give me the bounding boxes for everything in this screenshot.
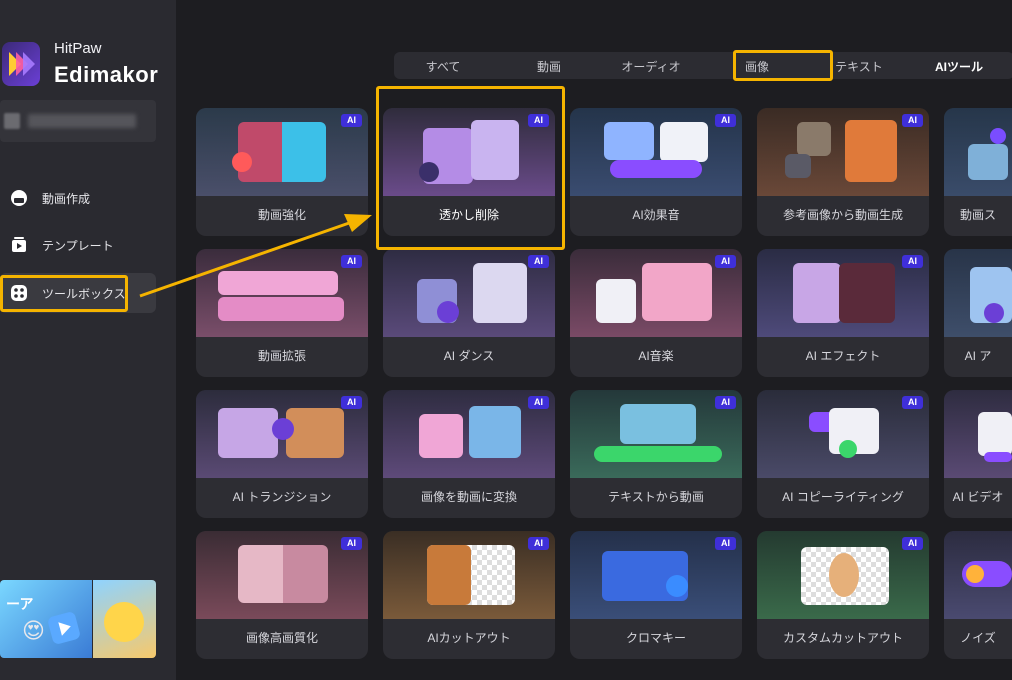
tool-card-ai-cutout[interactable]: AI AIカットアウト	[383, 531, 555, 659]
tool-card-image-to-video[interactable]: AI 画像を動画に変換	[383, 390, 555, 518]
ai-badge: AI	[715, 396, 736, 409]
tool-card-ai-copywriting[interactable]: AI AI コピーライティング	[757, 390, 929, 518]
home-icon	[11, 190, 27, 206]
card-label: カスタムカットアウト	[782, 631, 903, 645]
card-label: AI ア	[964, 349, 992, 363]
tool-card-partial-2[interactable]: AI ア	[944, 249, 1012, 377]
avatar	[4, 113, 20, 129]
tool-card-ai-transition[interactable]: AI AI トランジション	[196, 390, 368, 518]
ai-badge: AI	[341, 396, 362, 409]
card-label: 参考画像から動画生成	[782, 208, 903, 222]
tool-card-reference-image-to-video[interactable]: AI 参考画像から動画生成	[757, 108, 929, 236]
nav-label: テンプレート	[42, 239, 114, 253]
tool-card-image-upscale[interactable]: AI 画像高画質化	[196, 531, 368, 659]
card-label: 動画拡張	[257, 349, 306, 363]
card-label: AI音楽	[638, 349, 674, 363]
highlight-toolbox	[0, 275, 128, 312]
ai-badge: AI	[341, 537, 362, 550]
heart-eyes-emoji-icon: 😍	[22, 618, 45, 643]
tool-card-partial-4[interactable]: ノイズ	[944, 531, 1012, 659]
card-label: AI ダンス	[443, 349, 495, 363]
tool-card-chroma-key[interactable]: AI クロマキー	[570, 531, 742, 659]
ai-badge: AI	[528, 537, 549, 550]
brand-name-small: HitPaw	[54, 40, 102, 57]
nav-label: 動画作成	[42, 192, 91, 206]
tool-card-partial-3[interactable]: AI ビデオ	[944, 390, 1012, 518]
highlight-watermark-remove-card	[376, 86, 565, 250]
card-label: AI エフェクト	[805, 349, 881, 363]
tool-card-text-to-video[interactable]: AI テキストから動画	[570, 390, 742, 518]
ai-badge: AI	[341, 114, 362, 127]
ai-badge: AI	[902, 114, 923, 127]
ai-badge: AI	[902, 537, 923, 550]
promo-banner[interactable]: ーア 😍	[0, 580, 156, 658]
card-label: 画像高画質化	[245, 631, 318, 645]
duck-float-image	[104, 602, 144, 642]
promo-text: ーア	[6, 596, 34, 612]
ai-badge: AI	[528, 396, 549, 409]
card-label: ノイズ	[960, 631, 996, 645]
tab-video[interactable]: 動画	[504, 58, 594, 75]
card-label: AI効果音	[632, 208, 680, 222]
account-name-blurred	[28, 114, 136, 128]
ai-badge: AI	[341, 255, 362, 268]
tab-all[interactable]: すべて	[398, 58, 488, 75]
account-panel[interactable]	[0, 100, 156, 142]
edimakor-logo-icon	[2, 42, 40, 86]
tool-card-ai-sound-effects[interactable]: AI AI効果音	[570, 108, 742, 236]
card-label: AIカットアウト	[427, 631, 511, 645]
ai-badge: AI	[715, 114, 736, 127]
brand-name-large: Edimakor	[54, 62, 159, 87]
ai-badge: AI	[715, 255, 736, 268]
card-thumbnail	[944, 108, 1012, 196]
ai-badge: AI	[715, 537, 736, 550]
nav-item-create-video[interactable]: 動画作成	[0, 178, 156, 218]
card-label: AI コピーライティング	[782, 490, 904, 504]
card-label: クロマキー	[625, 631, 686, 645]
tool-card-ai-music[interactable]: AI AI音楽	[570, 249, 742, 377]
card-thumbnail	[944, 531, 1012, 619]
nav-item-templates[interactable]: テンプレート	[0, 225, 156, 265]
tab-ai-tools[interactable]: AIツール	[914, 58, 1004, 75]
ai-badge: AI	[902, 396, 923, 409]
card-label: AI ビデオ	[952, 490, 1004, 504]
tool-card-ai-effects[interactable]: AI AI エフェクト	[757, 249, 929, 377]
card-thumbnail	[944, 390, 1012, 478]
tab-audio[interactable]: オーディオ	[606, 58, 696, 75]
card-label: 画像を動画に変換	[420, 490, 517, 504]
template-icon	[12, 237, 26, 252]
tool-card-custom-cutout[interactable]: AI カスタムカットアウト	[757, 531, 929, 659]
tool-card-video-enhance[interactable]: AI 動画強化	[196, 108, 368, 236]
tool-card-ai-dance[interactable]: AI AI ダンス	[383, 249, 555, 377]
tool-card-partial-1[interactable]: 動画ス	[944, 108, 1012, 236]
highlight-ai-tools-tab	[733, 50, 833, 81]
tool-card-video-expand[interactable]: AI 動画拡張	[196, 249, 368, 377]
ai-badge: AI	[528, 255, 549, 268]
sidebar: HitPaw Edimakor 動画作成 テンプレート ツールボックス ーア 😍	[0, 0, 176, 680]
category-tabs: すべて 動画 オーディオ 画像 テキスト AIツール	[394, 52, 1012, 79]
card-thumbnail	[944, 249, 1012, 337]
card-label: AI トランジション	[232, 490, 332, 504]
promo-image-1	[0, 580, 92, 658]
ai-badge: AI	[902, 255, 923, 268]
card-label: 動画ス	[959, 208, 996, 222]
card-label: 動画強化	[257, 208, 306, 222]
card-label: テキストから動画	[608, 490, 704, 504]
